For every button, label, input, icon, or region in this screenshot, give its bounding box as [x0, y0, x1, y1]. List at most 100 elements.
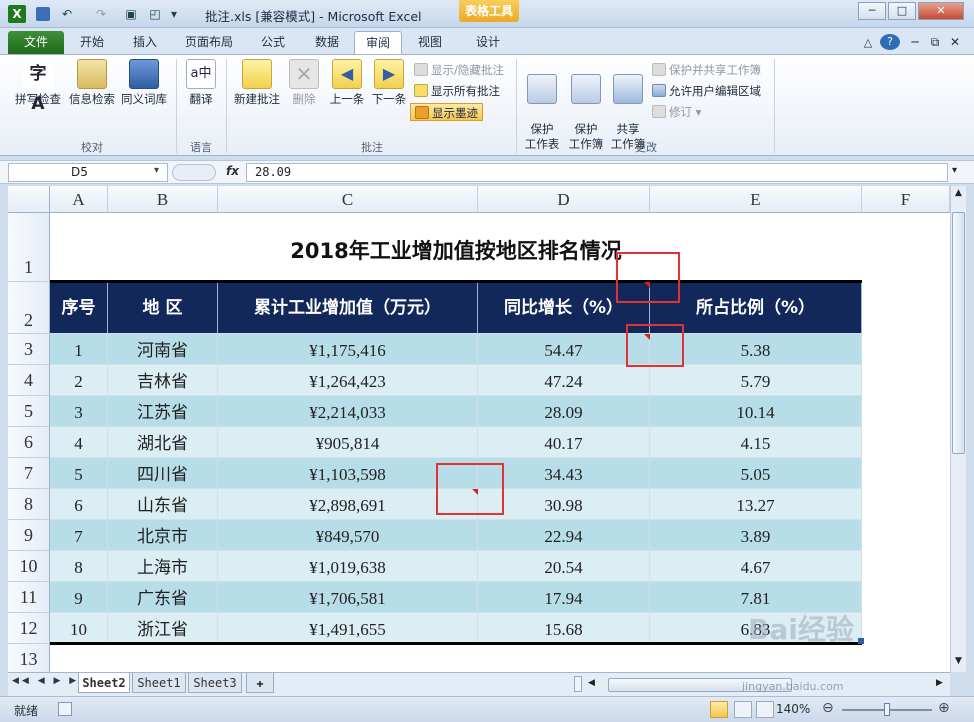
- new-comment-button[interactable]: 新建批注: [230, 59, 284, 107]
- zoom-level[interactable]: 140%: [776, 702, 810, 716]
- tab-file[interactable]: 文件: [8, 31, 64, 54]
- scroll-up-icon[interactable]: ▲: [952, 188, 965, 202]
- row-header-6[interactable]: 6: [8, 427, 50, 458]
- table-cell-index[interactable]: 1: [50, 334, 108, 365]
- row-header-9[interactable]: 9: [8, 520, 50, 551]
- table-cell-industrial-value[interactable]: ¥905,814: [218, 427, 478, 458]
- scroll-left-icon[interactable]: ◀: [588, 678, 595, 688]
- table-cell-index[interactable]: 6: [50, 489, 108, 520]
- table-cell-region[interactable]: 吉林省: [108, 365, 218, 396]
- excel-app-icon[interactable]: X: [8, 5, 26, 23]
- sheet-tab-sheet2[interactable]: Sheet2: [78, 673, 130, 693]
- table-cell-industrial-value[interactable]: ¥2,214,033: [218, 396, 478, 427]
- research-button[interactable]: 信息检索: [66, 59, 118, 107]
- customize-quick-access-icon[interactable]: ▾: [168, 5, 180, 23]
- table-cell-region[interactable]: 湖北省: [108, 427, 218, 458]
- close-button[interactable]: ✕: [918, 2, 964, 20]
- table-cell-index[interactable]: 10: [50, 613, 108, 644]
- zoom-in-icon[interactable]: ⊕: [938, 700, 950, 716]
- table-cell-region[interactable]: 北京市: [108, 520, 218, 551]
- name-box-dropdown-icon[interactable]: ▾: [154, 165, 159, 176]
- save-icon[interactable]: [36, 7, 50, 21]
- row-header-1[interactable]: 1: [8, 213, 50, 282]
- column-header-a[interactable]: A: [50, 186, 108, 213]
- table-cell-region[interactable]: 上海市: [108, 551, 218, 582]
- expand-formula-bar-icon[interactable]: ▾: [952, 165, 957, 176]
- tab-insert[interactable]: 插入: [122, 31, 168, 54]
- row-header-8[interactable]: 8: [8, 489, 50, 520]
- tab-review[interactable]: 审阅: [354, 31, 402, 54]
- table-cell-share[interactable]: 5.79: [650, 365, 862, 396]
- table-cell-yoy-growth[interactable]: 47.24: [478, 365, 650, 396]
- table-cell-region[interactable]: 浙江省: [108, 613, 218, 644]
- worksheet-grid[interactable]: A B C D E F 1 2 3 4 5 6 7 8 9 10 11 12 1…: [8, 186, 950, 672]
- minimize-button[interactable]: ─: [858, 2, 886, 20]
- print-icon[interactable]: ▣: [122, 5, 140, 23]
- name-box[interactable]: D5: [8, 163, 168, 182]
- allow-edit-ranges-button[interactable]: 允许用户编辑区域: [652, 82, 761, 100]
- previous-comment-button[interactable]: ◀ 上一条: [326, 59, 368, 107]
- tab-design[interactable]: 设计: [466, 31, 510, 54]
- tab-split-handle[interactable]: [574, 676, 582, 692]
- column-header-e[interactable]: E: [650, 186, 862, 213]
- table-cell-share[interactable]: 3.89: [650, 520, 862, 551]
- row-header-5[interactable]: 5: [8, 396, 50, 427]
- row-header-13[interactable]: 13: [8, 644, 50, 672]
- zoom-out-icon[interactable]: ⊖: [822, 700, 834, 716]
- header-cell-industrial-value[interactable]: 累计工业增加值（万元）: [218, 283, 478, 334]
- table-cell-industrial-value[interactable]: ¥1,706,581: [218, 582, 478, 613]
- table-cell-share[interactable]: 13.27: [650, 489, 862, 520]
- delete-comment-button[interactable]: ✕ 删除: [284, 59, 324, 107]
- header-cell-region[interactable]: 地 区: [108, 283, 218, 334]
- collapse-ribbon-icon[interactable]: △: [858, 31, 878, 54]
- table-cell-share[interactable]: 5.05: [650, 458, 862, 489]
- ribbon-restore-icon[interactable]: ⧉: [926, 31, 944, 54]
- table-cell-yoy-growth[interactable]: 17.94: [478, 582, 650, 613]
- table-cell-yoy-growth[interactable]: 15.68: [478, 613, 650, 644]
- table-cell-region[interactable]: 广东省: [108, 582, 218, 613]
- sheet-title[interactable]: 2018年工业增加值按地区排名情况: [50, 213, 862, 282]
- table-cell-index[interactable]: 5: [50, 458, 108, 489]
- row-header-11[interactable]: 11: [8, 582, 50, 613]
- table-cell-index[interactable]: 9: [50, 582, 108, 613]
- tab-view[interactable]: 视图: [408, 31, 452, 54]
- scroll-down-icon[interactable]: ▼: [952, 656, 965, 670]
- track-changes-button[interactable]: 修订 ▾: [652, 103, 701, 121]
- protect-and-share-button[interactable]: 保护并共享工作簿: [652, 61, 761, 79]
- formula-bar-splitter[interactable]: [172, 164, 216, 181]
- table-cell-industrial-value[interactable]: ¥1,175,416: [218, 334, 478, 365]
- table-cell-yoy-growth[interactable]: 40.17: [478, 427, 650, 458]
- show-hide-comment-button[interactable]: 显示/隐藏批注: [414, 61, 504, 79]
- print-preview-icon[interactable]: ◰: [146, 5, 164, 23]
- tab-page-layout[interactable]: 页面布局: [176, 31, 242, 54]
- row-header-10[interactable]: 10: [8, 551, 50, 582]
- table-cell-region[interactable]: 四川省: [108, 458, 218, 489]
- macro-record-icon[interactable]: [58, 702, 72, 716]
- table-cell-region[interactable]: 江苏省: [108, 396, 218, 427]
- table-cell-yoy-growth[interactable]: 20.54: [478, 551, 650, 582]
- column-header-d[interactable]: D: [478, 186, 650, 213]
- vertical-scrollbar[interactable]: ▲ ▼: [950, 186, 966, 672]
- ribbon-minimize-icon[interactable]: ─: [906, 31, 924, 54]
- spell-check-button[interactable]: 字A 拼写检查: [12, 59, 64, 114]
- table-cell-index[interactable]: 2: [50, 365, 108, 396]
- insert-function-icon[interactable]: fx: [226, 164, 239, 178]
- table-resize-handle[interactable]: [858, 638, 864, 644]
- thesaurus-button[interactable]: 同义词库: [118, 59, 170, 107]
- insert-sheet-icon[interactable]: ✚: [246, 673, 274, 693]
- next-comment-button[interactable]: ▶ 下一条: [368, 59, 410, 107]
- table-cell-industrial-value[interactable]: ¥1,264,423: [218, 365, 478, 396]
- table-cell-index[interactable]: 4: [50, 427, 108, 458]
- table-cell-industrial-value[interactable]: ¥849,570: [218, 520, 478, 551]
- table-cell-industrial-value[interactable]: ¥1,491,655: [218, 613, 478, 644]
- show-all-comments-button[interactable]: 显示所有批注: [414, 82, 500, 100]
- tab-formulas[interactable]: 公式: [250, 31, 296, 54]
- table-cell-share[interactable]: 10.14: [650, 396, 862, 427]
- table-cell-industrial-value[interactable]: ¥1,019,638: [218, 551, 478, 582]
- show-ink-button[interactable]: 显示墨迹: [410, 103, 483, 121]
- table-cell-share[interactable]: 4.15: [650, 427, 862, 458]
- table-cell-yoy-growth[interactable]: 54.47: [478, 334, 650, 365]
- page-break-view-icon[interactable]: [756, 701, 774, 718]
- table-cell-yoy-growth[interactable]: 22.94: [478, 520, 650, 551]
- column-header-c[interactable]: C: [218, 186, 478, 213]
